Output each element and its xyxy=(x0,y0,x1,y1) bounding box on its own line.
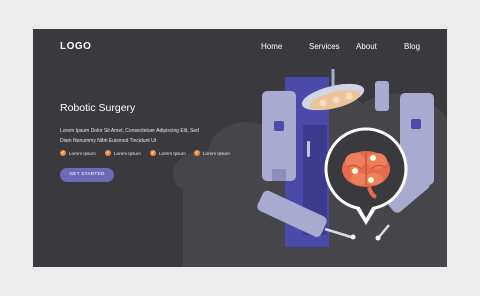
robotic-surgery-illustration xyxy=(172,69,447,267)
incision-marker xyxy=(350,166,360,176)
feature-item: ✓ Lorem Ipsum xyxy=(60,150,96,156)
incision-marker xyxy=(366,175,376,185)
feature-item: ✓ Lorem Ipsum xyxy=(150,150,186,156)
right-arm-tool-tip xyxy=(375,235,381,241)
lamp-bulb xyxy=(319,99,327,107)
column-handle xyxy=(307,141,310,157)
feature-label: Lorem Ipsum xyxy=(159,150,186,156)
get-started-button[interactable]: GET STARTED xyxy=(60,168,114,182)
feature-label: Lorem Ipsum xyxy=(203,150,230,156)
lamp-bulb xyxy=(345,92,353,100)
feature-item: ✓ Lorem Ipsum xyxy=(105,150,141,156)
right-arm-joint xyxy=(411,119,421,129)
feature-item: ✓ Lorem Ipsum xyxy=(194,150,230,156)
left-arm-upper xyxy=(262,91,296,181)
left-arm-tool-tip xyxy=(350,234,356,240)
feature-list: ✓ Lorem Ipsum ✓ Lorem Ipsum ✓ Lorem Ipsu… xyxy=(60,150,250,160)
check-icon: ✓ xyxy=(105,150,111,156)
feature-label: Lorem Ipsum xyxy=(69,150,96,156)
lamp-bulb xyxy=(332,96,340,104)
hero-description: Lorem Ipsum Dolor Sit Amet, Consectetuer… xyxy=(60,128,199,144)
check-icon: ✓ xyxy=(60,150,66,156)
hero-title: Robotic Surgery xyxy=(60,102,136,114)
feature-label: Lorem Ipsum xyxy=(114,150,141,156)
left-arm-joint xyxy=(272,169,286,181)
check-icon: ✓ xyxy=(194,150,200,156)
check-icon: ✓ xyxy=(150,150,156,156)
landing-page-frame: LOGO Home Services About Blog Robotic Su… xyxy=(33,29,447,267)
incision-marker xyxy=(368,153,378,163)
left-arm-joint xyxy=(274,121,284,131)
right-arm-top xyxy=(375,81,389,111)
